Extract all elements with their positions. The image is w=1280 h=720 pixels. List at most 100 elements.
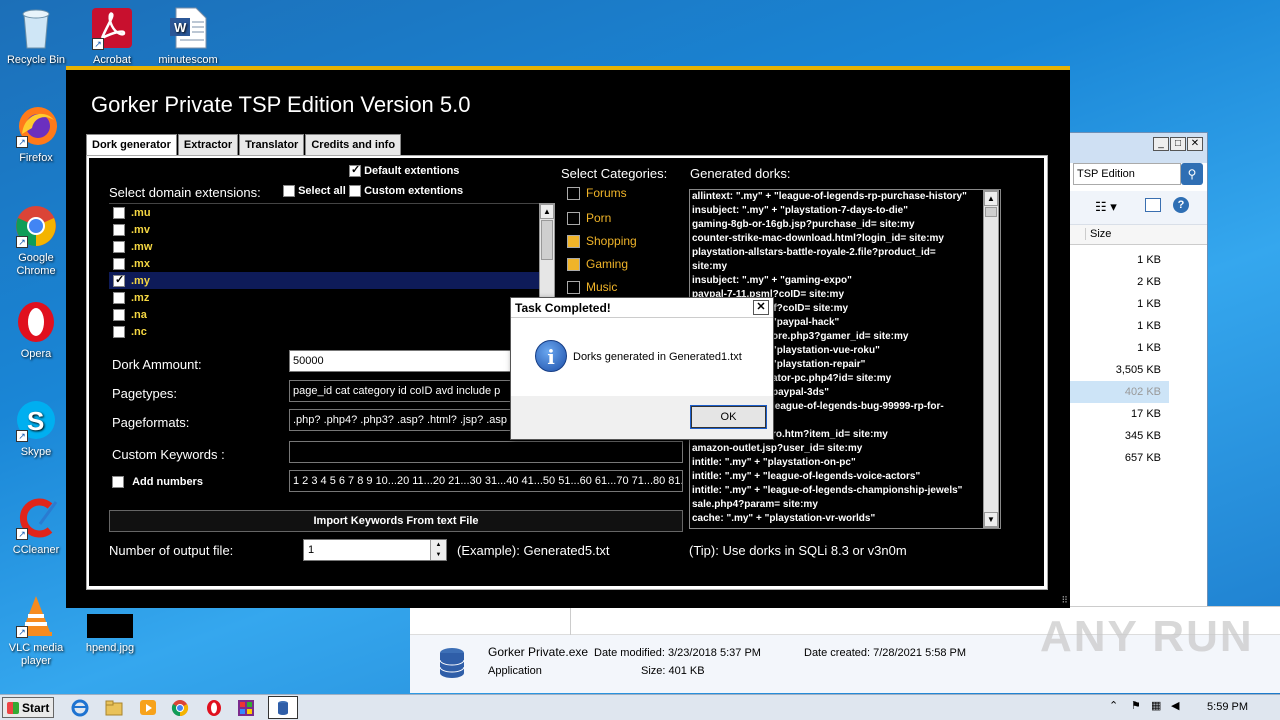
dork-amount-input[interactable]: 50000 — [289, 350, 511, 372]
extension-checkbox[interactable] — [113, 223, 125, 236]
extension-item-selected[interactable]: .my — [109, 272, 541, 289]
desktop-icon-firefox[interactable]: ↗ Firefox — [0, 104, 72, 165]
volume-icon[interactable]: ◀ — [1171, 699, 1179, 712]
pagetypes-input[interactable]: page_id cat category id coID avd include… — [289, 380, 511, 402]
winrar-icon[interactable] — [236, 698, 256, 717]
extension-item[interactable]: .mx — [109, 255, 541, 272]
file-row[interactable]: 345 KB — [1069, 425, 1169, 447]
scroll-down-icon[interactable]: ▼ — [984, 512, 998, 527]
category-checkbox[interactable] — [567, 211, 580, 225]
explorer-search-input[interactable]: TSP Edition — [1073, 163, 1181, 185]
extension-checkbox[interactable] — [113, 273, 125, 287]
extension-item[interactable]: .mw — [109, 238, 541, 255]
file-row[interactable]: 3,505 KB — [1069, 359, 1169, 381]
tab-extractor[interactable]: Extractor — [177, 134, 239, 156]
scroll-thumb[interactable] — [541, 220, 553, 260]
pageformats-input[interactable]: .php? .php4? .php3? .asp? .html? .jsp? .… — [289, 409, 511, 431]
tab-translator[interactable]: Translator — [239, 134, 305, 156]
category-gaming[interactable]: Gaming — [567, 257, 628, 271]
maximize-icon[interactable]: □ — [1170, 137, 1186, 151]
extension-checkbox[interactable] — [113, 325, 125, 338]
select-all-option[interactable]: Select all — [283, 185, 346, 198]
size-column-header[interactable]: Size — [1085, 228, 1165, 240]
extension-list[interactable]: .mu .mv .mw .mx .my .mz .na .nc — [109, 203, 541, 338]
ok-button[interactable]: OK — [690, 405, 767, 429]
scroll-up-icon[interactable]: ▲ — [540, 204, 554, 219]
desktop-icon-recycle-bin[interactable]: Recycle Bin — [0, 6, 72, 67]
add-numbers-option[interactable]: Add numbers — [112, 476, 203, 489]
extension-item[interactable]: .nc — [109, 323, 541, 340]
file-row[interactable]: 1 KB — [1069, 337, 1169, 359]
search-icon[interactable]: ⚲ — [1181, 163, 1203, 185]
import-keywords-button[interactable]: Import Keywords From text File — [109, 510, 683, 532]
file-row[interactable]: 17 KB — [1069, 403, 1169, 425]
extension-item[interactable]: .mu — [109, 204, 541, 221]
file-row[interactable]: 1 KB — [1069, 293, 1169, 315]
extension-checkbox[interactable] — [113, 257, 125, 270]
file-row[interactable]: 2 KB — [1069, 271, 1169, 293]
desktop-icon-skype[interactable]: S ↗ Skype — [0, 398, 72, 459]
extension-item[interactable]: .na — [109, 306, 541, 323]
clock[interactable]: 5:59 PM — [1207, 701, 1248, 713]
start-button[interactable]: Start — [2, 697, 54, 718]
output-files-stepper[interactable]: 1 ▲ ▼ — [303, 539, 447, 561]
default-extensions-option[interactable]: Default extentions — [349, 163, 459, 178]
category-checkbox[interactable] — [567, 280, 580, 294]
internet-explorer-icon[interactable] — [70, 698, 90, 717]
file-row[interactable]: 1 KB — [1069, 249, 1169, 271]
category-shopping[interactable]: Shopping — [567, 234, 637, 248]
preview-pane-icon[interactable] — [1145, 198, 1161, 212]
desktop-icon-vlc[interactable]: ↗ VLC media player — [0, 594, 72, 668]
category-music[interactable]: Music — [567, 280, 617, 294]
desktop-icon-hpend[interactable]: hpend.jpg — [74, 614, 146, 655]
resize-grip-icon[interactable]: ⠿ — [1061, 595, 1068, 606]
scroll-thumb[interactable] — [985, 207, 997, 217]
desktop-icon-chrome[interactable]: ↗ Google Chrome — [0, 204, 72, 278]
tab-dork-generator[interactable]: Dork generator — [86, 134, 177, 156]
gorker-taskbar-button[interactable] — [268, 696, 298, 719]
close-icon[interactable]: ✕ — [753, 300, 769, 315]
tab-credits[interactable]: Credits and info — [305, 134, 402, 156]
scroll-up-icon[interactable]: ▲ — [984, 191, 998, 206]
extension-checkbox[interactable] — [113, 206, 125, 219]
minimize-icon[interactable]: _ — [1153, 137, 1169, 151]
help-icon[interactable]: ? — [1173, 197, 1189, 213]
stepper-arrows[interactable]: ▲ ▼ — [430, 540, 446, 560]
select-all-checkbox[interactable] — [283, 185, 295, 198]
file-row[interactable]: 657 KB — [1069, 447, 1169, 469]
category-checkbox[interactable] — [567, 234, 580, 248]
file-row-selected[interactable]: 402 KB — [1069, 381, 1169, 403]
view-options-icon[interactable]: ☷ ▾ — [1095, 199, 1117, 215]
extension-item[interactable]: .mz — [109, 289, 541, 306]
add-numbers-checkbox[interactable] — [112, 476, 124, 489]
custom-extensions-option[interactable]: Custom extentions — [349, 185, 463, 198]
extension-item[interactable]: .mv — [109, 221, 541, 238]
opera-taskbar-icon[interactable] — [204, 698, 224, 717]
extension-checkbox[interactable] — [113, 291, 125, 304]
action-center-flag-icon[interactable]: ⚑ — [1131, 699, 1141, 712]
desktop-icon-acrobat[interactable]: ↗ Acrobat — [76, 6, 148, 67]
default-extensions-checkbox[interactable] — [349, 163, 361, 178]
numbers-input[interactable]: 1 2 3 4 5 6 7 8 9 10...20 11...20 21...3… — [289, 470, 683, 492]
desktop-icon-ccleaner[interactable]: ↗ CCleaner — [0, 496, 72, 557]
desktop-icon-minutescom[interactable]: W minutescom — [152, 6, 224, 67]
stepper-up-icon[interactable]: ▲ — [431, 540, 446, 550]
extension-checkbox[interactable] — [113, 240, 125, 253]
stepper-down-icon[interactable]: ▼ — [431, 550, 446, 560]
custom-extensions-checkbox[interactable] — [349, 185, 361, 198]
file-row[interactable]: 1 KB — [1069, 315, 1169, 337]
file-explorer-icon[interactable] — [104, 698, 124, 717]
media-player-icon[interactable] — [138, 698, 158, 717]
show-hidden-icons-icon[interactable]: ⌃ — [1109, 699, 1118, 712]
category-checkbox[interactable] — [567, 186, 580, 200]
column-header[interactable]: Size — [1069, 225, 1207, 245]
category-forums[interactable]: Forums — [567, 186, 627, 200]
category-porn[interactable]: Porn — [567, 211, 611, 225]
dorks-scrollbar[interactable]: ▲ ▼ — [983, 190, 999, 528]
extension-checkbox[interactable] — [113, 308, 125, 321]
category-checkbox[interactable] — [567, 257, 580, 271]
chrome-taskbar-icon[interactable] — [170, 698, 190, 717]
network-icon[interactable]: ▦ — [1151, 699, 1161, 712]
close-icon[interactable]: ✕ — [1187, 137, 1203, 151]
desktop-icon-opera[interactable]: Opera — [0, 300, 72, 361]
